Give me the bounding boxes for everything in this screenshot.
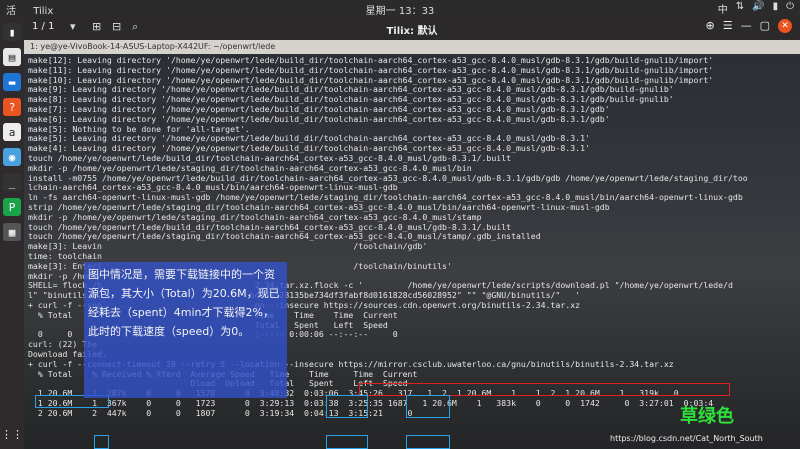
clock[interactable]: 星期一 13：33 — [0, 2, 800, 17]
annotation-note: 图中情况是，需要下载链接中的一个资源包，其大小（Total）为20.6M，现已经… — [84, 262, 287, 398]
help-icon[interactable]: ? — [3, 98, 21, 116]
current-speed-highlight-box — [406, 395, 450, 418]
window-controls: ⊕ ☰ — ▢ ✕ — [706, 19, 792, 33]
app-icon[interactable]: ▦ — [3, 223, 21, 241]
terminal-icon[interactable]: _ — [3, 173, 21, 191]
system-tray: 中 ⇅ 🔊 ▮ ⏻ — [718, 1, 794, 16]
window-title: Tilix: 默认 — [386, 26, 438, 37]
terminal-title-bar[interactable]: 1: ye@ye-VivoBook-14-ASUS-Laptop-X442UF:… — [24, 40, 800, 54]
watermark: https://blog.csdn.net/Cat_North_South — [610, 434, 763, 443]
volume-icon[interactable]: 🔊 — [752, 1, 764, 16]
spent-value-highlight-box — [326, 435, 368, 449]
network-icon[interactable]: ⇅ — [736, 1, 744, 16]
files-icon[interactable]: ▤ — [3, 48, 21, 66]
show-apps-icon[interactable]: ⋮⋮ — [1, 425, 23, 443]
chrome-icon[interactable]: ◉ — [3, 148, 21, 166]
speed-value-highlight-box — [406, 435, 450, 449]
window-header: 1 / 1 ▾ ⊞ ⊟ ⌕ Tilix: 默认 ⊕ ☰ — ▢ ✕ — [24, 16, 800, 40]
tilix-launcher-icon[interactable]: ▮ — [3, 23, 21, 41]
dock-launcher: ▮ ▤ ▬ ? a ◉ _ P ▦ ⋮⋮ — [0, 16, 24, 449]
system-top-bar: 活 Tilix 星期一 13：33 中 ⇅ 🔊 ▮ ⏻ — [0, 0, 800, 17]
battery-icon[interactable]: ▮ — [773, 1, 779, 16]
time-spent-highlight-box — [326, 395, 368, 418]
color-stamp: 草绿色 — [680, 406, 734, 427]
power-icon[interactable]: ⏻ — [786, 1, 794, 16]
input-method-indicator[interactable]: 中 — [718, 1, 728, 16]
amazon-icon[interactable]: a — [3, 123, 21, 141]
minimize-icon[interactable]: — — [741, 19, 752, 33]
percent-highlight-box — [94, 435, 109, 449]
docs-icon[interactable]: ▬ — [3, 73, 21, 91]
maximize-icon[interactable]: ▢ — [760, 19, 770, 33]
new-session-icon[interactable]: ⊕ — [706, 19, 715, 33]
terminal-title: 1: ye@ye-VivoBook-14-ASUS-Laptop-X442UF:… — [30, 42, 276, 51]
pycharm-icon[interactable]: P — [3, 198, 21, 216]
menu-icon[interactable]: ☰ — [723, 19, 733, 33]
close-icon[interactable]: ✕ — [778, 19, 792, 33]
